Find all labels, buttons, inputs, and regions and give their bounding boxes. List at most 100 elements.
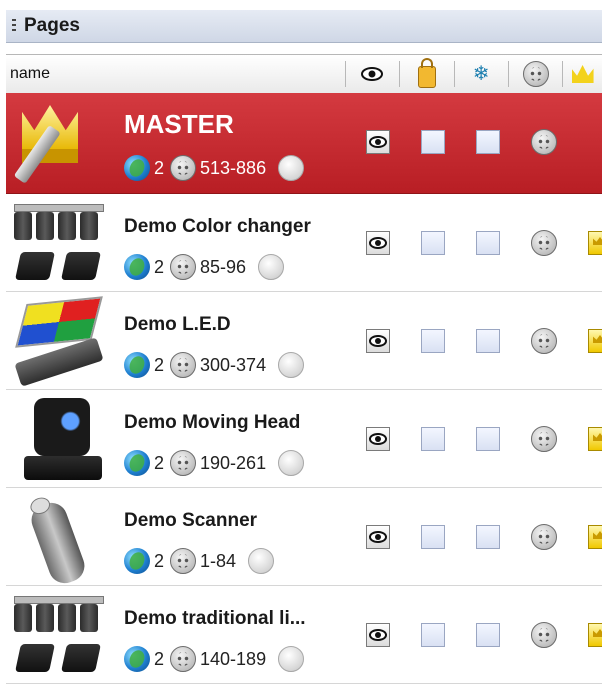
page-row[interactable]: Demo Color changer 2 85-96 [6, 194, 602, 292]
dmx-toggle-icon[interactable] [531, 230, 557, 256]
pages-panel: Pages name ❄ MASTER 2 513-886 Demo Color… [0, 0, 602, 686]
globe-icon [124, 548, 150, 574]
page-row[interactable]: Demo L.E.D 2 300-374 [6, 292, 602, 390]
moving-head-fixture [34, 398, 90, 456]
universe-value: 2 [154, 354, 165, 375]
status-bulb-icon [278, 450, 305, 476]
column-header: name ❄ [6, 54, 602, 94]
master-crown-button[interactable] [588, 427, 602, 451]
master-crown-button[interactable] [588, 623, 602, 647]
page-name: Demo traditional li... [124, 608, 306, 629]
eye-icon [361, 67, 384, 81]
page-row[interactable]: Demo Moving Head 2 190-261 [6, 390, 602, 488]
dmx-icon [170, 352, 197, 378]
column-master-header[interactable] [563, 65, 602, 83]
scanner-thumbnail [12, 494, 112, 588]
lock-icon [417, 58, 436, 88]
eye-icon [369, 335, 387, 347]
eye-icon [369, 629, 387, 641]
par-can [58, 604, 76, 632]
universe-value: 2 [154, 157, 165, 178]
freeze-checkbox[interactable] [476, 329, 500, 353]
freeze-checkbox[interactable] [476, 427, 500, 451]
panel-title: Pages [24, 15, 80, 36]
freeze-checkbox[interactable] [476, 130, 500, 154]
dmx-icon [170, 548, 197, 574]
flood-light [61, 644, 101, 672]
column-freeze-header[interactable]: ❄ [454, 64, 507, 84]
snowflake-icon: ❄ [472, 63, 490, 85]
freeze-checkbox[interactable] [476, 525, 500, 549]
eye-icon [369, 531, 387, 543]
par-can [80, 604, 98, 632]
page-info: 2 300-374 [124, 352, 305, 378]
scanner-fixture [27, 498, 89, 588]
par-cans-thumbnail [12, 200, 112, 286]
visibility-toggle[interactable] [366, 427, 390, 451]
page-name: Demo L.E.D [124, 314, 231, 335]
truss-bar [14, 596, 104, 604]
led-thumbnail [12, 296, 112, 387]
dmx-toggle-icon[interactable] [531, 129, 557, 155]
moving-head-base [24, 456, 102, 480]
status-bulb-icon [278, 352, 305, 378]
master-crown-button[interactable] [588, 525, 602, 549]
page-info: 2 513-886 [124, 155, 305, 181]
status-bulb-icon [278, 646, 305, 672]
page-row[interactable]: Demo Scanner 2 1-84 [6, 488, 602, 588]
dmx-toggle-icon[interactable] [531, 328, 557, 354]
flood-light [15, 252, 55, 280]
page-info: 2 85-96 [124, 254, 285, 280]
master-crown-button[interactable] [588, 329, 602, 353]
page-name: Demo Color changer [124, 216, 311, 237]
flood-light [61, 252, 101, 280]
address-range: 85-96 [200, 256, 247, 277]
page-name: Demo Moving Head [124, 412, 301, 433]
eye-icon [369, 136, 387, 148]
page-controls [366, 426, 602, 452]
page-name: Demo Scanner [124, 510, 258, 531]
status-bulb-icon [278, 155, 305, 181]
visibility-toggle[interactable] [366, 525, 390, 549]
moving-head-thumbnail [12, 396, 112, 482]
page-info: 2 1-84 [124, 548, 275, 574]
dmx-toggle-icon[interactable] [531, 426, 557, 452]
column-lock-header[interactable] [400, 58, 453, 88]
par-can [80, 212, 98, 240]
par-can [14, 212, 32, 240]
page-info: 2 190-261 [124, 450, 305, 476]
page-row[interactable]: Demo traditional li... 2 140-189 [6, 586, 602, 684]
visibility-toggle[interactable] [366, 329, 390, 353]
address-range: 513-886 [200, 157, 267, 178]
lock-checkbox[interactable] [421, 130, 445, 154]
visibility-toggle[interactable] [366, 130, 390, 154]
column-name-header[interactable]: name [10, 65, 345, 83]
visibility-toggle[interactable] [366, 623, 390, 647]
drag-grip-icon[interactable] [12, 19, 16, 33]
universe-value: 2 [154, 550, 165, 571]
column-dmx-header[interactable] [509, 61, 562, 87]
freeze-checkbox[interactable] [476, 231, 500, 255]
address-range: 1-84 [200, 550, 237, 571]
universe-value: 2 [154, 648, 165, 669]
lock-checkbox[interactable] [421, 525, 445, 549]
dmx-icon [522, 61, 549, 87]
lock-checkbox[interactable] [421, 231, 445, 255]
page-name: MASTER [124, 109, 234, 139]
par-can [14, 604, 32, 632]
lock-checkbox[interactable] [421, 427, 445, 451]
master-crown-button[interactable] [588, 231, 602, 255]
panel-titlebar[interactable]: Pages [6, 10, 602, 43]
visibility-toggle[interactable] [366, 231, 390, 255]
page-row-master[interactable]: MASTER 2 513-886 [6, 93, 602, 194]
par-can [36, 604, 54, 632]
lock-checkbox[interactable] [421, 329, 445, 353]
column-visibility-header[interactable] [346, 67, 399, 81]
freeze-checkbox[interactable] [476, 623, 500, 647]
pages-list: MASTER 2 513-886 Demo Color changer 2 85… [6, 93, 602, 684]
dmx-toggle-icon[interactable] [531, 622, 557, 648]
lock-checkbox[interactable] [421, 623, 445, 647]
dmx-toggle-icon[interactable] [531, 524, 557, 550]
master-thumbnail [12, 99, 112, 185]
address-range: 300-374 [200, 354, 267, 375]
